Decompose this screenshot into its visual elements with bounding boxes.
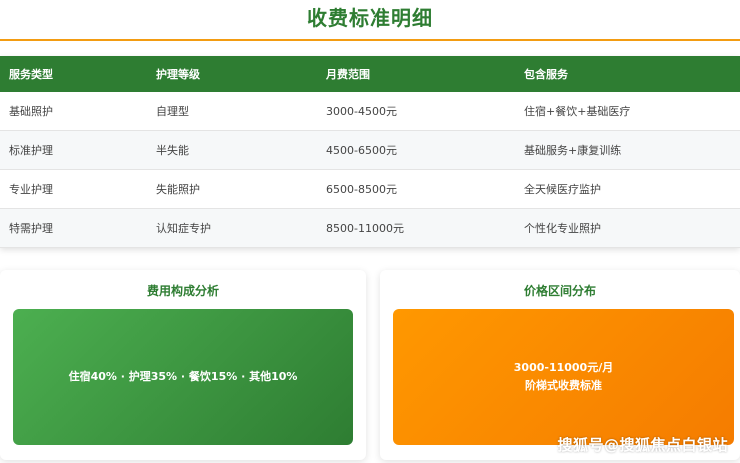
table-cell: 3000-4500元 xyxy=(317,92,515,131)
table-cell: 基础服务+康复训练 xyxy=(515,130,740,170)
cost-breakdown-panel: 住宿40% · 护理35% · 餐饮15% · 其他10% xyxy=(13,309,353,445)
cost-breakdown-card: 费用构成分析 住宿40% · 护理35% · 餐饮15% · 其他10% xyxy=(0,270,366,460)
table-cell: 自理型 xyxy=(147,92,317,131)
cost-breakdown-title: 费用构成分析 xyxy=(146,284,219,298)
title-divider xyxy=(0,39,740,41)
table-row: 基础照护 自理型 3000-4500元 住宿+餐饮+基础医疗 xyxy=(0,92,740,131)
table-cell: 认知症专护 xyxy=(147,208,317,248)
table-cell: 标准护理 xyxy=(0,130,147,170)
table-cell: 特需护理 xyxy=(0,208,147,248)
table-cell: 6500-8500元 xyxy=(317,169,515,209)
table-cell: 半失能 xyxy=(147,130,317,170)
price-range-line-1: 3000-11000元/月 xyxy=(513,361,614,374)
table-cell: 住宿+餐饮+基础医疗 xyxy=(515,92,740,131)
price-range-panel: 3000-11000元/月 阶梯式收费标准 xyxy=(393,309,734,445)
column-header-service-type: 服务类型 xyxy=(0,56,147,92)
column-header-monthly-fee: 月费范围 xyxy=(317,56,515,92)
column-header-included-services: 包含服务 xyxy=(515,56,740,92)
table-header-row: 服务类型 护理等级 月费范围 包含服务 xyxy=(0,56,740,92)
price-range-card: 价格区间分布 3000-11000元/月 阶梯式收费标准 xyxy=(380,270,740,460)
price-range-title: 价格区间分布 xyxy=(523,284,596,298)
cost-breakdown-text: 住宿40% · 护理35% · 餐饮15% · 其他10% xyxy=(68,370,298,383)
page-title: 收费标准明细 xyxy=(307,6,433,30)
table-cell: 全天候医疗监护 xyxy=(515,169,740,209)
table-cell: 个性化专业照护 xyxy=(515,208,740,248)
price-range-line-2: 阶梯式收费标准 xyxy=(525,379,602,392)
table-row: 标准护理 半失能 4500-6500元 基础服务+康复训练 xyxy=(0,130,740,170)
table-cell: 8500-11000元 xyxy=(317,208,515,248)
table-cell: 4500-6500元 xyxy=(317,130,515,170)
table-row: 特需护理 认知症专护 8500-11000元 个性化专业照护 xyxy=(0,208,740,248)
fee-table: 服务类型 护理等级 月费范围 包含服务 基础照护 自理型 3000-4500元 … xyxy=(0,56,740,248)
table-row: 专业护理 失能照护 6500-8500元 全天候医疗监护 xyxy=(0,169,740,209)
table-cell: 专业护理 xyxy=(0,169,147,209)
table-cell: 基础照护 xyxy=(0,92,147,131)
table-cell: 失能照护 xyxy=(147,169,317,209)
watermark: 搜狐号@搜狐焦点白银站 xyxy=(557,436,728,454)
column-header-care-level: 护理等级 xyxy=(147,56,317,92)
